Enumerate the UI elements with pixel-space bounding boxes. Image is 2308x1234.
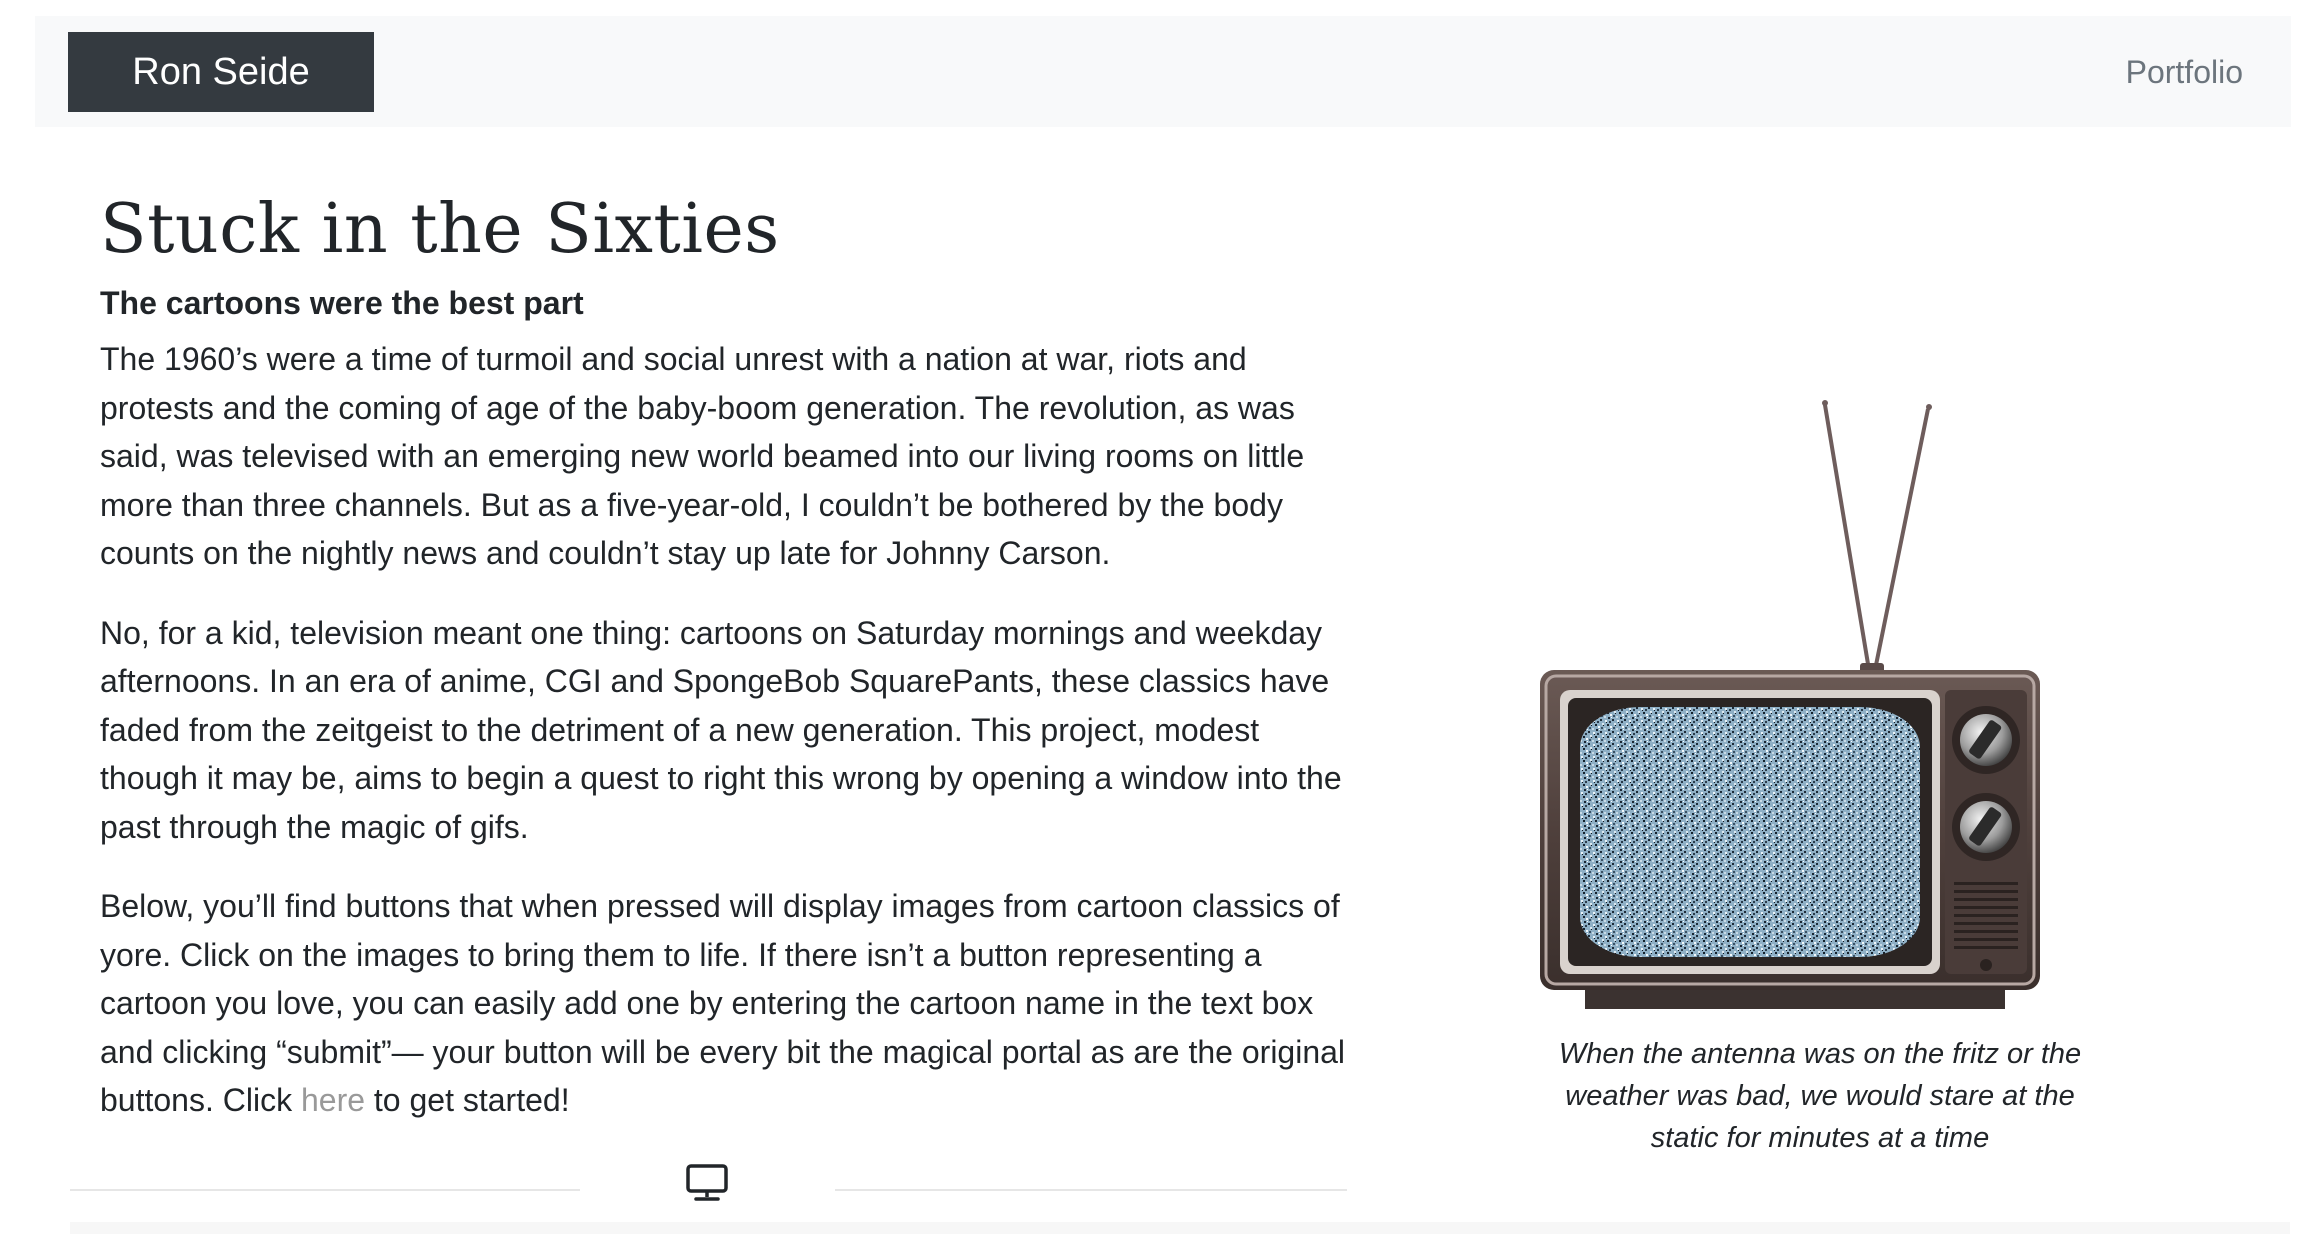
get-started-link[interactable]: here: [301, 1082, 365, 1118]
intro-paragraph-3-tail: to get started!: [365, 1082, 570, 1118]
nav-link-portfolio[interactable]: Portfolio: [2126, 52, 2243, 92]
navbar: Ron Seide Portfolio: [35, 16, 2291, 127]
next-section-edge: [70, 1222, 2290, 1234]
divider-line-right: [835, 1189, 1347, 1191]
page-subtitle: The cartoons were the best part: [100, 285, 584, 321]
intro-paragraph-3: Below, you’ll find buttons that when pre…: [100, 882, 1350, 1125]
retro-tv-static-icon: [1540, 400, 2040, 1009]
intro-section: Stuck in the Sixties The cartoons were t…: [100, 185, 1350, 1125]
intro-paragraph-3-text: Below, you’ll find buttons that when pre…: [100, 888, 1346, 1118]
tv-monitor-icon: [686, 1164, 728, 1201]
divider-line-left: [70, 1189, 580, 1191]
page-title: Stuck in the Sixties: [100, 190, 780, 269]
page: Ron Seide Portfolio Stuck in the Sixties…: [0, 0, 2308, 1234]
brand-link[interactable]: Ron Seide: [68, 32, 374, 112]
intro-paragraph-1: The 1960’s were a time of turmoil and so…: [100, 341, 1305, 571]
figure-caption: When the antenna was on the fritz or the…: [1558, 1038, 2082, 1154]
intro-paragraph-2: No, for a kid, television meant one thin…: [100, 614, 1342, 845]
